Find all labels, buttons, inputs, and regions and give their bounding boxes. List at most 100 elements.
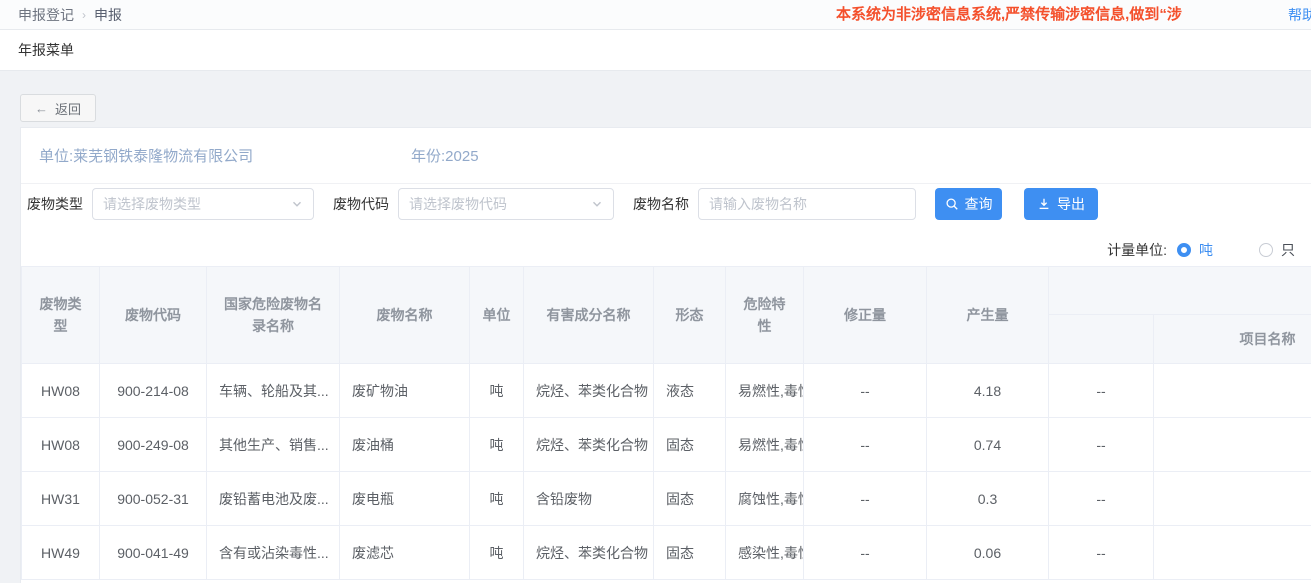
- col-header-form: 形态: [654, 267, 726, 364]
- table-cell: 吨: [470, 364, 524, 418]
- table-cell: [1154, 526, 1311, 580]
- unit-info: 单位:莱芜钢铁泰隆物流有限公司: [39, 145, 253, 166]
- table-cell: 腐蚀性,毒性: [726, 472, 804, 526]
- table-container: 废物类型 废物代码 国家危险废物名录名称 废物名称 单位 有害成分名称 形态 危…: [21, 266, 1311, 580]
- table-cell: 0.06: [927, 526, 1049, 580]
- col-header-catalog-name: 国家危险废物名录名称: [207, 267, 340, 364]
- table-cell: 废电瓶: [340, 472, 470, 526]
- content-area: ← 返回 单位:莱芜钢铁泰隆物流有限公司 年份:2025 废物类型 请选择废物类…: [0, 71, 1311, 583]
- col-subheader-empty: [1049, 315, 1154, 364]
- radio-option-piece[interactable]: 只: [1259, 240, 1295, 260]
- waste-name-input[interactable]: [698, 188, 916, 220]
- back-button[interactable]: ← 返回: [20, 94, 96, 122]
- year-value: 2025: [445, 148, 478, 165]
- search-icon: [945, 197, 959, 211]
- security-warning-text: 本系统为非涉密信息系统,严禁传输涉密信息,做到“涉: [836, 0, 1182, 30]
- radio-checked-icon: [1177, 243, 1191, 257]
- table-cell: 废铅蓄电池及废...: [207, 472, 340, 526]
- table-cell: 4.18: [927, 364, 1049, 418]
- breadcrumb-item-declare[interactable]: 申报: [94, 5, 122, 25]
- table-cell: 0.74: [927, 418, 1049, 472]
- filter-row: 废物类型 请选择废物类型 废物代码 请选择废物代码 废物名称 查询 导出: [21, 188, 1311, 220]
- col-header-waste-code: 废物代码: [100, 267, 207, 364]
- table-body: HW08900-214-08车辆、轮船及其...废矿物油吨烷烃、苯类化合物液态易…: [22, 364, 1311, 580]
- table-cell: --: [1049, 526, 1154, 580]
- col-header-corrected-amount: 修正量: [804, 267, 927, 364]
- col-header-hazard-property: 危险特性: [726, 267, 804, 364]
- table-cell: 含有或沾染毒性...: [207, 526, 340, 580]
- table-cell: 易燃性,毒性: [726, 418, 804, 472]
- waste-table: 废物类型 废物代码 国家危险废物名录名称 废物名称 单位 有害成分名称 形态 危…: [21, 266, 1311, 580]
- waste-type-select[interactable]: 请选择废物类型: [92, 188, 314, 220]
- table-cell: 液态: [654, 364, 726, 418]
- unit-value: 莱芜钢铁泰隆物流有限公司: [73, 148, 253, 165]
- table-row: HW49900-041-49含有或沾染毒性...废滤芯吨烷烃、苯类化合物固态感染…: [22, 526, 1311, 580]
- table-cell: [1154, 472, 1311, 526]
- info-row: 单位:莱芜钢铁泰隆物流有限公司 年份:2025: [21, 128, 1311, 184]
- table-cell: 烷烃、苯类化合物: [524, 418, 654, 472]
- table-cell: 废滤芯: [340, 526, 470, 580]
- table-cell: 900-249-08: [100, 418, 207, 472]
- unit-toggle-label: 计量单位:: [1107, 240, 1167, 260]
- table-header: 废物类型 废物代码 国家危险废物名录名称 废物名称 单位 有害成分名称 形态 危…: [22, 267, 1311, 364]
- chevron-down-icon: [591, 198, 603, 210]
- breadcrumb-item-declare-register[interactable]: 申报登记: [18, 5, 74, 25]
- table-cell: 废矿物油: [340, 364, 470, 418]
- table-cell: 烷烃、苯类化合物: [524, 526, 654, 580]
- table-cell: HW08: [22, 364, 100, 418]
- table-cell: --: [1049, 418, 1154, 472]
- radio-unchecked-icon: [1259, 243, 1273, 257]
- section-title-bar: 年报菜单: [0, 30, 1311, 71]
- table-cell: 固态: [654, 472, 726, 526]
- table-cell: 易燃性,毒性: [726, 364, 804, 418]
- breadcrumb: 申报登记 › 申报: [18, 5, 122, 25]
- topbar: 申报登记 › 申报 本系统为非涉密信息系统,严禁传输涉密信息,做到“涉 帮助: [0, 0, 1311, 30]
- table-cell: 烷烃、苯类化合物: [524, 364, 654, 418]
- col-header-group-empty: [1049, 267, 1311, 315]
- year-label: 年份:: [411, 148, 445, 165]
- table-cell: HW31: [22, 472, 100, 526]
- col-header-waste-name: 废物名称: [340, 267, 470, 364]
- table-cell: --: [804, 418, 927, 472]
- table-cell: 吨: [470, 472, 524, 526]
- table-cell: 固态: [654, 526, 726, 580]
- table-cell: [1154, 364, 1311, 418]
- table-row: HW08900-214-08车辆、轮船及其...废矿物油吨烷烃、苯类化合物液态易…: [22, 364, 1311, 418]
- col-header-project-name: 项目名称: [1154, 315, 1311, 364]
- table-cell: --: [804, 526, 927, 580]
- table-cell: 其他生产、销售...: [207, 418, 340, 472]
- col-header-unit: 单位: [470, 267, 524, 364]
- table-cell: 车辆、轮船及其...: [207, 364, 340, 418]
- download-icon: [1037, 197, 1051, 211]
- year-info: 年份:2025: [411, 145, 479, 166]
- col-header-generated-amount: 产生量: [927, 267, 1049, 364]
- breadcrumb-separator-icon: ›: [82, 8, 86, 22]
- page-title: 年报菜单: [18, 40, 74, 60]
- main-panel: 单位:莱芜钢铁泰隆物流有限公司 年份:2025 废物类型 请选择废物类型 废物代…: [20, 127, 1311, 583]
- table-cell: 吨: [470, 418, 524, 472]
- col-header-harmful-component: 有害成分名称: [524, 267, 654, 364]
- export-button[interactable]: 导出: [1024, 188, 1098, 220]
- table-cell: 900-052-31: [100, 472, 207, 526]
- unit-label: 单位:: [39, 148, 73, 165]
- waste-code-select[interactable]: 请选择废物代码: [398, 188, 614, 220]
- table-cell: HW08: [22, 418, 100, 472]
- waste-code-placeholder: 请选择废物代码: [409, 194, 507, 214]
- table-cell: --: [1049, 472, 1154, 526]
- table-cell: --: [804, 364, 927, 418]
- table-cell: 含铅废物: [524, 472, 654, 526]
- back-arrow-icon: ←: [35, 101, 48, 116]
- search-button[interactable]: 查询: [935, 188, 1002, 220]
- unit-toggle-row: 计量单位: 吨 只: [21, 242, 1311, 258]
- radio-option-ton[interactable]: 吨: [1177, 240, 1213, 260]
- waste-name-label: 废物名称: [633, 194, 689, 214]
- help-link[interactable]: 帮助: [1288, 0, 1311, 30]
- col-header-waste-type: 废物类型: [22, 267, 100, 364]
- table-cell: 吨: [470, 526, 524, 580]
- search-button-label: 查询: [965, 194, 993, 214]
- table-cell: --: [1049, 364, 1154, 418]
- table-cell: 900-041-49: [100, 526, 207, 580]
- table-cell: 感染性,毒性: [726, 526, 804, 580]
- table-cell: HW49: [22, 526, 100, 580]
- table-cell: 0.3: [927, 472, 1049, 526]
